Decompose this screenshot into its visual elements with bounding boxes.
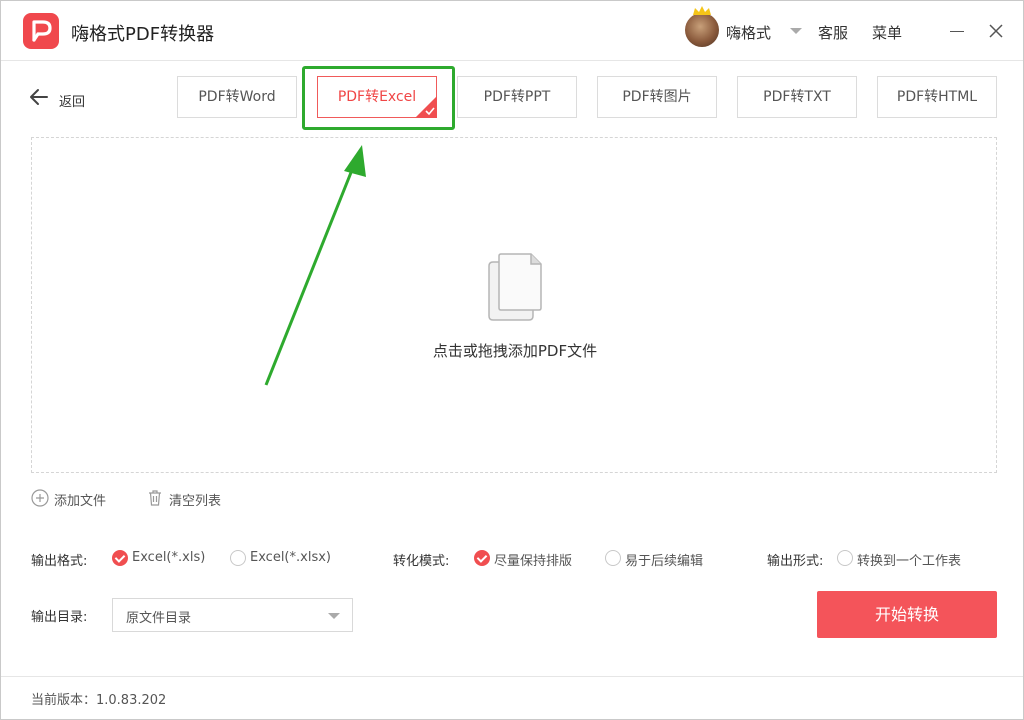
- mode-easy-edit-radio[interactable]: 易于后续编辑: [605, 549, 715, 569]
- app-logo-icon: [23, 13, 59, 49]
- chevron-down-icon[interactable]: [790, 28, 802, 34]
- app-title: 嗨格式PDF转换器: [71, 24, 215, 45]
- add-file-label: 添加文件: [54, 494, 107, 509]
- version-text: 当前版本：1.0.83.202: [31, 693, 167, 708]
- avatar[interactable]: [685, 6, 719, 47]
- arrow-left-icon: [30, 89, 48, 105]
- back-label: 返回: [59, 95, 86, 110]
- output-dir-select[interactable]: 原文件目录: [112, 598, 353, 632]
- radio-label: Excel(*.xlsx): [250, 550, 331, 565]
- mode-keep-layout-radio[interactable]: 尽量保持排版: [474, 549, 584, 569]
- back-button[interactable]: 返回: [29, 86, 99, 110]
- conversion-mode-label: 转化模式:: [393, 554, 450, 569]
- drop-hint: 点击或拖拽添加PDF文件: [432, 342, 598, 360]
- chevron-down-icon: [328, 613, 340, 619]
- close-icon: [989, 24, 1003, 38]
- radio-unchecked-icon: [605, 550, 621, 566]
- tab-pdf-to-word[interactable]: PDF转Word: [177, 76, 297, 118]
- trash-icon: [149, 490, 161, 506]
- crown-icon: [693, 6, 711, 15]
- format-xls-radio[interactable]: Excel(*.xls): [112, 549, 212, 567]
- menu-link[interactable]: 菜单: [872, 22, 902, 43]
- customer-service-link[interactable]: 客服: [818, 22, 848, 43]
- output-dir-label: 输出目录:: [31, 610, 88, 625]
- minimize-button[interactable]: [947, 21, 967, 41]
- username[interactable]: 嗨格式: [726, 22, 771, 43]
- output-form-label: 输出形式:: [767, 554, 824, 569]
- tab-pdf-to-html[interactable]: PDF转HTML: [877, 76, 997, 118]
- radio-label: 转换到一个工作表: [857, 554, 962, 569]
- title-bar: 嗨格式PDF转换器 嗨格式 客服 菜单: [1, 1, 1023, 61]
- app-window: 嗨格式PDF转换器 嗨格式 客服 菜单 返回 PDF转Word PDF转Exce…: [0, 0, 1024, 720]
- form-single-sheet-radio[interactable]: 转换到一个工作表: [837, 549, 967, 569]
- file-drop-zone[interactable]: 点击或拖拽添加PDF文件: [31, 137, 997, 473]
- plus-circle-icon: [31, 489, 49, 507]
- clear-list-label: 清空列表: [169, 494, 222, 509]
- radio-unchecked-icon: [837, 550, 853, 566]
- tab-pdf-to-ppt[interactable]: PDF转PPT: [457, 76, 577, 118]
- status-bar: 当前版本：1.0.83.202: [1, 676, 1023, 719]
- format-xlsx-radio[interactable]: Excel(*.xlsx): [230, 549, 340, 567]
- radio-checked-icon: [474, 550, 490, 566]
- tab-pdf-to-image[interactable]: PDF转图片: [597, 76, 717, 118]
- radio-unchecked-icon: [230, 550, 246, 566]
- annotation-arrow: [264, 145, 366, 386]
- start-convert-button[interactable]: 开始转换: [817, 591, 997, 638]
- document-icon: [488, 253, 542, 321]
- close-button[interactable]: [986, 21, 1006, 41]
- annotation-highlight-box: [302, 66, 455, 130]
- radio-label: Excel(*.xls): [132, 550, 206, 565]
- output-dir-value: 原文件目录: [126, 611, 192, 626]
- tab-pdf-to-txt[interactable]: PDF转TXT: [737, 76, 857, 118]
- radio-label: 尽量保持排版: [494, 554, 573, 569]
- output-format-label: 输出格式:: [31, 554, 88, 569]
- radio-label: 易于后续编辑: [625, 554, 704, 569]
- radio-checked-icon: [112, 550, 128, 566]
